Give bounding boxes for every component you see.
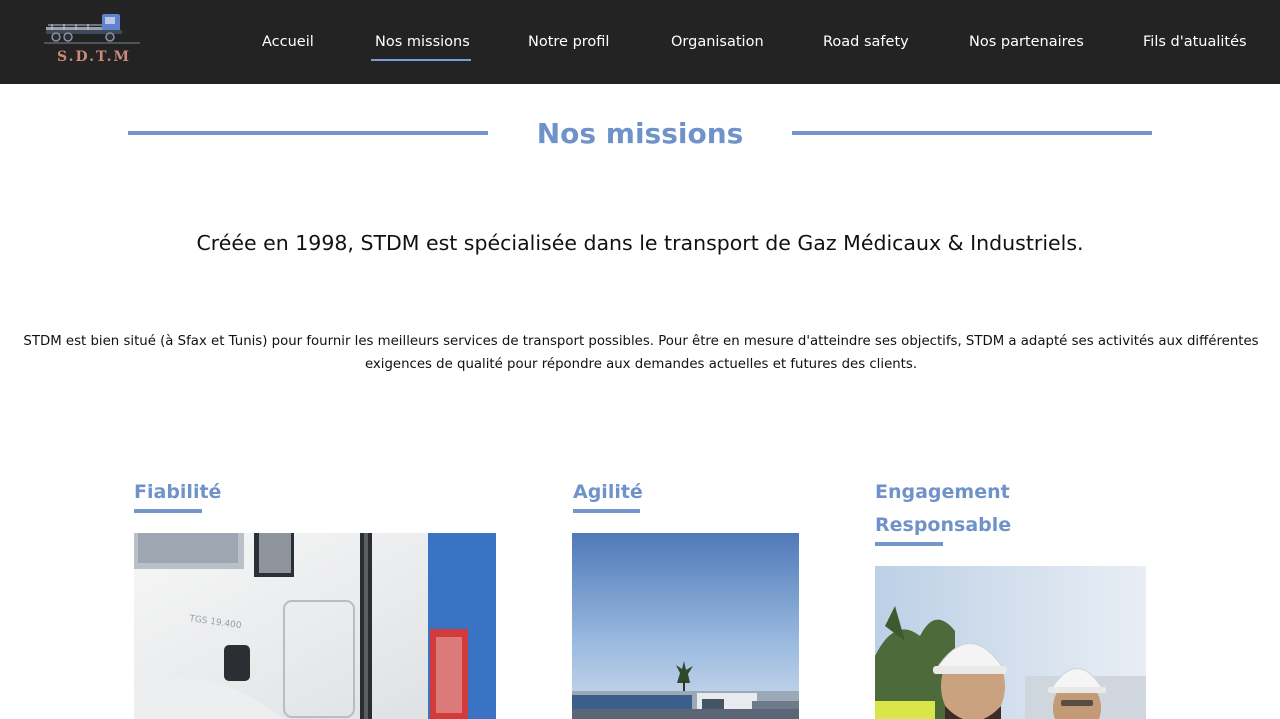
logo-text: S.D.T.M	[57, 49, 131, 65]
nav-item-accueil[interactable]: Accueil	[262, 31, 314, 53]
card-title-agilite: Agilité	[573, 481, 643, 503]
nav-item-road-safety[interactable]: Road safety	[823, 31, 909, 53]
top-navbar: S.D.T.M Accueil Nos missions Notre profi…	[0, 0, 1280, 84]
card-rule	[573, 509, 640, 513]
nav-item-notre-profil[interactable]: Notre profil	[528, 31, 609, 53]
truck-fleet-photo	[572, 533, 799, 719]
nav-item-fils-actualites[interactable]: Fils d'atualités	[1143, 31, 1247, 53]
lead-text: Créée en 1998, STDM est spécialisée dans…	[196, 231, 1084, 255]
card-title-fiabilite: Fiabilité	[134, 481, 222, 503]
title-rule-right	[792, 131, 1152, 135]
title-rule-left	[128, 131, 488, 135]
engineers-photo	[875, 566, 1146, 719]
card-title-engagement-responsable: Engagement Responsable	[875, 481, 1012, 536]
nav-item-organisation[interactable]: Organisation	[671, 31, 764, 53]
nav-item-nos-partenaires[interactable]: Nos partenaires	[969, 31, 1084, 53]
card-rule	[875, 542, 943, 546]
truck-logo-icon	[44, 14, 140, 44]
intro-paragraph: STDM est bien situé (à Sfax et Tunis) po…	[23, 334, 1259, 372]
nav-item-nos-missions[interactable]: Nos missions	[371, 31, 471, 61]
card-rule	[134, 509, 202, 513]
truck-cab-photo: TGS 19.400	[134, 533, 496, 719]
page-title: Nos missions	[536, 117, 744, 150]
logo[interactable]: S.D.T.M	[44, 12, 144, 68]
